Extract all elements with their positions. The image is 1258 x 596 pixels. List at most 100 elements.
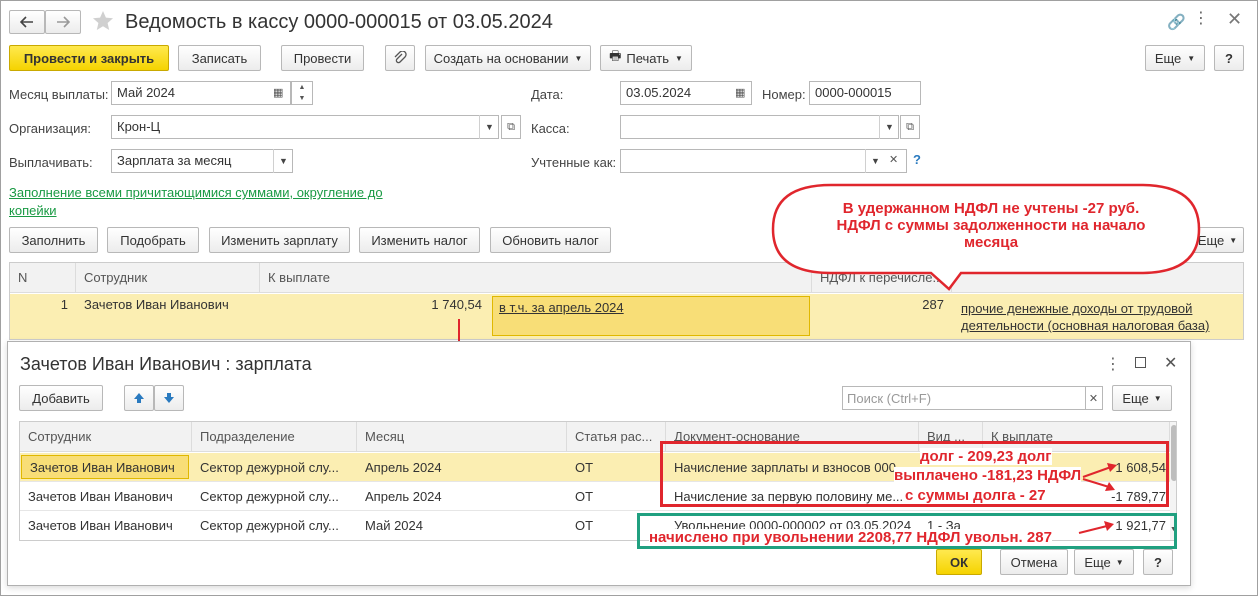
counted-as-label: Учтенные как: — [531, 155, 617, 170]
more-button[interactable]: Еще ▼ — [1145, 45, 1205, 71]
calendar-icon[interactable]: ▦ — [273, 86, 283, 99]
number-field[interactable]: 0000-000015 — [809, 81, 921, 105]
move-down-button[interactable] — [154, 385, 184, 411]
row-income-type-link[interactable]: прочие денежные доходы от трудовой деяте… — [961, 300, 1231, 334]
fill-settings-link[interactable]: Заполнение всеми причитающимися суммами,… — [9, 184, 399, 220]
print-button[interactable]: 🖶 Печать ▼ — [600, 45, 692, 71]
dropdown-arrow-icon: ▼ — [674, 53, 683, 63]
dropdown-arrow-icon: ▼ — [574, 53, 583, 63]
add-button[interactable]: Добавить — [19, 385, 103, 411]
organization-label: Организация: — [9, 121, 92, 136]
kebab-menu-icon[interactable]: ⋮ — [1105, 354, 1121, 374]
col-header-month[interactable]: Месяц — [357, 422, 567, 451]
row-number: 1 — [60, 296, 68, 312]
row-ndfl: 287 — [922, 296, 944, 312]
printer-icon: 🖶 — [609, 48, 622, 63]
arrow-down-icon — [164, 393, 174, 403]
pay-select[interactable]: Зарплата за месяц — [111, 149, 293, 173]
number-label: Номер: — [762, 87, 806, 102]
calendar-icon[interactable]: ▦ — [735, 86, 745, 99]
post-and-close-button[interactable]: Провести и закрыть — [9, 45, 169, 71]
cancel-button[interactable]: Отмена — [1000, 549, 1068, 575]
row-employee: Зачетов Иван Иванович — [21, 455, 189, 479]
pick-button[interactable]: Подобрать — [107, 227, 199, 253]
debt-annotation-line2: выплачено -181,23 НДФЛ — [894, 467, 1082, 484]
row-article: ОТ — [575, 489, 594, 504]
debt-annotation-line1: долг - 209,23 долг — [920, 448, 1052, 465]
chevron-down-icon[interactable]: ▼ — [865, 149, 885, 173]
open-icon[interactable]: ⧉ — [501, 115, 521, 139]
move-up-button[interactable] — [124, 385, 154, 411]
dropdown-arrow-icon: ▼ — [1187, 53, 1196, 63]
forward-button[interactable] — [45, 10, 81, 34]
favorite-star-icon[interactable] — [91, 9, 115, 33]
link-icon[interactable]: 🔗 — [1167, 13, 1186, 31]
search-input[interactable]: Поиск (Ctrl+F) — [842, 386, 1086, 410]
create-based-button[interactable]: Создать на основании ▼ — [425, 45, 591, 71]
chevron-down-icon[interactable]: ▼ — [479, 115, 499, 139]
more-label: Еще — [1122, 390, 1149, 406]
change-salary-button[interactable]: Изменить зарплату — [209, 227, 350, 253]
month-field[interactable]: Май 2024 — [111, 81, 291, 105]
help-button[interactable]: ? — [1214, 45, 1244, 71]
row-department: Сектор дежурной слу... — [200, 489, 339, 504]
col-header-employee[interactable]: Сотрудник — [20, 422, 192, 451]
update-tax-button[interactable]: Обновить налог — [490, 227, 611, 253]
row-employee: Зачетов Иван Иванович — [28, 489, 173, 504]
ok-button[interactable]: ОК — [936, 549, 982, 575]
clear-icon[interactable]: ✕ — [889, 153, 898, 166]
row-month: Апрель 2024 — [365, 460, 442, 475]
footer-more-button[interactable]: Еще ▼ — [1074, 549, 1134, 575]
attach-button[interactable] — [385, 45, 415, 71]
debt-arrows — [1082, 463, 1117, 491]
page-title: Ведомость в кассу 0000-000015 от 03.05.2… — [125, 11, 553, 33]
footer-help-button[interactable]: ? — [1143, 549, 1173, 575]
open-icon[interactable]: ⧉ — [900, 115, 920, 139]
cash-label: Касса: — [531, 121, 570, 136]
row-incl-cell[interactable]: в т.ч. за апрель 2024 — [492, 296, 810, 336]
row-incl-link[interactable]: в т.ч. за апрель 2024 — [499, 300, 624, 315]
save-button[interactable]: Записать — [178, 45, 261, 71]
callout-text: В удержанном НДФЛ не учтены -27 руб. НДФ… — [836, 200, 1146, 251]
dropdown-arrow-icon: ▼ — [1229, 235, 1238, 245]
arrow-right-icon — [57, 16, 70, 28]
month-stepper[interactable]: ▲ ▼ — [291, 81, 313, 105]
row-department: Сектор дежурной слу... — [200, 518, 339, 533]
scrollbar-thumb[interactable] — [1171, 425, 1176, 481]
col-header-department[interactable]: Подразделение — [192, 422, 357, 451]
clear-search-icon[interactable]: ✕ — [1085, 386, 1103, 410]
close-icon[interactable]: ✕ — [1227, 9, 1242, 30]
row-employee: Зачетов Иван Иванович — [28, 518, 173, 533]
back-button[interactable] — [9, 10, 45, 34]
month-label: Месяц выплаты: — [9, 87, 109, 102]
more-label: Еще — [1154, 50, 1182, 66]
maximize-icon[interactable] — [1135, 357, 1146, 368]
help-link[interactable]: ? — [913, 152, 921, 167]
row-amount: 1 740,54 — [431, 296, 482, 312]
cash-field[interactable] — [620, 115, 899, 139]
change-tax-button[interactable]: Изменить налог — [359, 227, 480, 253]
post-button[interactable]: Провести — [281, 45, 364, 71]
table-row[interactable]: 1 Зачетов Иван Иванович 1 740,54 в т.ч. … — [10, 294, 1243, 339]
kebab-menu-icon[interactable]: ⋮ — [1193, 11, 1209, 27]
dismissal-annotation-text: начислено при увольнении 2208,77 НДФЛ ув… — [649, 529, 1052, 546]
col-header-n[interactable]: N — [10, 263, 76, 292]
fill-button[interactable]: Заполнить — [9, 227, 98, 253]
paperclip-icon — [394, 51, 407, 64]
chevron-down-icon[interactable]: ▼ — [273, 149, 293, 173]
col-header-article[interactable]: Статья рас... — [567, 422, 666, 451]
col-header-amount[interactable]: К выплате — [260, 263, 812, 292]
main-window: Ведомость в кассу 0000-000015 от 03.05.2… — [0, 0, 1258, 596]
date-field[interactable]: 03.05.2024 — [620, 81, 752, 105]
organization-field[interactable]: Крон-Ц — [111, 115, 499, 139]
more-label: Еще — [1084, 554, 1111, 570]
dropdown-arrow-icon: ▼ — [1115, 557, 1124, 567]
date-label: Дата: — [531, 87, 564, 102]
col-header-employee[interactable]: Сотрудник — [76, 263, 260, 292]
counted-as-field[interactable] — [620, 149, 907, 173]
close-icon[interactable]: ✕ — [1164, 353, 1177, 373]
row-month: Апрель 2024 — [365, 489, 442, 504]
row-article: ОТ — [575, 460, 594, 475]
subform-more-button[interactable]: Еще ▼ — [1112, 385, 1172, 411]
chevron-down-icon[interactable]: ▼ — [879, 115, 899, 139]
